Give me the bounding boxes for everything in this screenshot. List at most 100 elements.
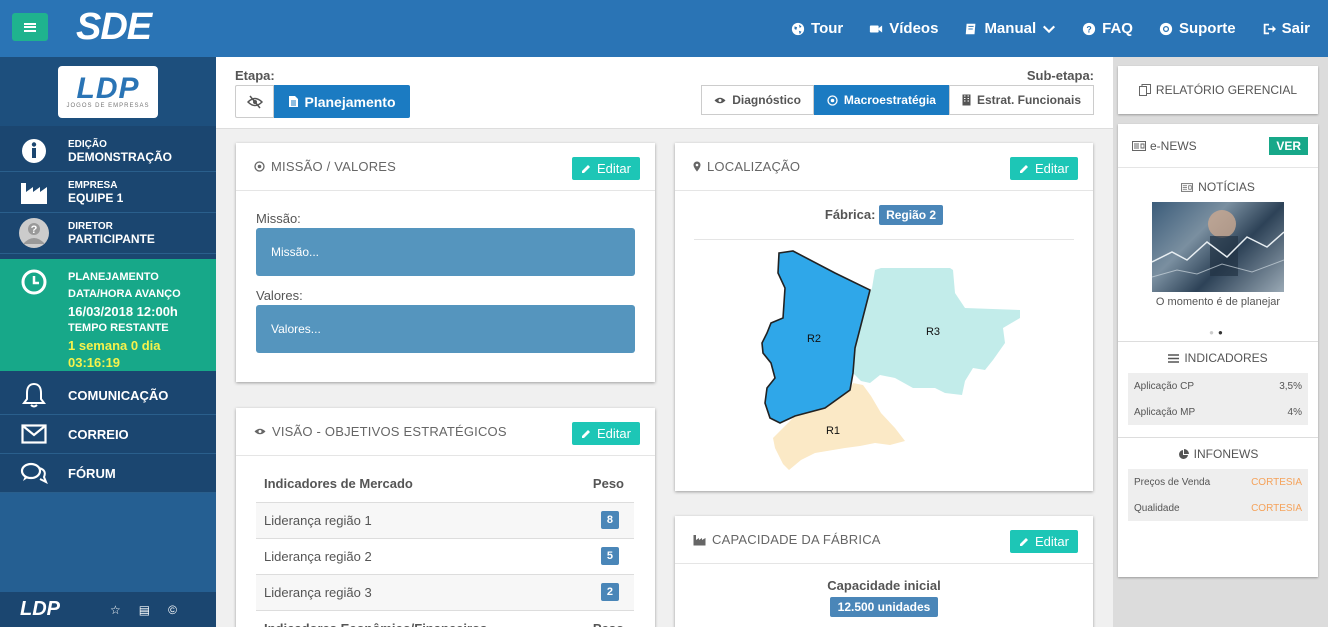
missao-valores-panel: MISSÃO / VALORES Editar Missão: Missão..…: [236, 143, 655, 382]
localizacao-panel-title: LOCALIZAÇÃO: [707, 159, 801, 174]
table-header-row: Indicadores de Mercado Peso: [256, 466, 634, 503]
etapa-toggle-visibility-button[interactable]: [235, 85, 274, 118]
svg-text:?: ?: [31, 224, 38, 236]
remaining-clock: 03:16:19: [68, 355, 121, 370]
ldp-logo: LDP JOGOS DE EMPRESAS: [58, 65, 158, 118]
valores-field[interactable]: Valores...: [256, 305, 635, 353]
enews-ver-button[interactable]: VER: [1269, 137, 1308, 155]
nav-suporte[interactable]: Suporte: [1159, 20, 1236, 37]
sidebar-diretor: ? DIRETOR PARTICIPANTE: [0, 213, 216, 254]
capacidade-label: Capacidade inicial: [827, 578, 941, 593]
table-header-row: Indicadores Econômico/Financeiros Peso: [256, 610, 634, 627]
copyright-icon[interactable]: ©: [168, 603, 177, 617]
avatar-icon: ?: [19, 218, 49, 248]
lifebuoy-icon: [1159, 22, 1173, 35]
stage-bar: Etapa: Sub-etapa: Planejamento Diagnósti…: [216, 57, 1113, 129]
infonews-row[interactable]: Preços de Venda CORTESIA: [1128, 469, 1308, 495]
pencil-icon: [582, 165, 591, 173]
book-icon: [966, 23, 976, 34]
sidebar-link-correio[interactable]: CORREIO: [0, 415, 216, 454]
table-row: Liderança região 3 2: [256, 574, 634, 611]
brand-logo[interactable]: SDE: [76, 6, 152, 49]
localizacao-panel: LOCALIZAÇÃO Editar Fábrica: Região 2 R2 …: [675, 143, 1093, 491]
capacidade-panel: CAPACIDADE DA FÁBRICA Editar Capacidade …: [675, 516, 1093, 627]
sign-out-icon: [1263, 23, 1276, 34]
eye-slash-icon: [246, 95, 263, 108]
subetapa-macroestrategia-button[interactable]: Macroestratégia: [813, 85, 949, 115]
nav-videos[interactable]: Vídeos: [869, 20, 938, 37]
sidebar-link-comunicacao[interactable]: COMUNICAÇÃO: [0, 371, 216, 415]
enews-title: e-NEWS: [1150, 138, 1197, 153]
globe-icon: [791, 22, 805, 35]
localizacao-edit-button[interactable]: Editar: [1010, 157, 1078, 180]
factory-icon: [21, 183, 47, 204]
indicador-row: Aplicação MP 4%: [1134, 406, 1302, 418]
map-label-r2: R2: [807, 333, 821, 345]
nav-faq[interactable]: ? FAQ: [1082, 20, 1133, 37]
subetapa-estrat-funcionais-button[interactable]: Estrat. Funcionais: [948, 85, 1094, 115]
visao-panel: VISÃO - OBJETIVOS ESTRATÉGICOS Editar In…: [236, 408, 655, 627]
infonews-row[interactable]: Qualidade CORTESIA: [1128, 495, 1308, 521]
svg-text:?: ?: [1086, 24, 1091, 34]
etapa-planejamento-button[interactable]: Planejamento: [274, 85, 410, 118]
list-icon: [1168, 353, 1180, 363]
visao-panel-title: VISÃO - OBJETIVOS ESTRATÉGICOS: [272, 424, 507, 439]
document-icon[interactable]: ▤: [139, 603, 150, 617]
visao-edit-button[interactable]: Editar: [572, 422, 640, 445]
top-bar: SDE Tour Vídeos Manual ? FAQ Suporte Sai…: [0, 0, 1328, 57]
subetapa-label: Sub-etapa:: [1026, 68, 1094, 83]
target-icon: [827, 94, 838, 106]
capacidade-edit-button[interactable]: Editar: [1010, 530, 1078, 553]
peso-badge: 2: [600, 583, 619, 601]
map-label-r3: R3: [926, 326, 940, 338]
ldp-logo-text: LDP: [76, 71, 140, 105]
peso-badge: 5: [600, 547, 619, 565]
infonews-title: INFONEWS: [1193, 447, 1259, 461]
menu-toggle-button[interactable]: [12, 13, 48, 41]
sidebar-footer: LDP ☆ ▤ ©: [0, 592, 216, 627]
table-row: Liderança região 2 5: [256, 538, 634, 575]
phase-status-panel: PLANEJAMENTO DATA/HORA AVANÇO 16/03/2018…: [0, 254, 216, 371]
eye-icon: [714, 97, 726, 103]
etapa-label: Etapa:: [235, 68, 275, 83]
footer-logo: LDP: [20, 598, 60, 620]
sidebar: LDP JOGOS DE EMPRESAS EDIÇÃO DEMONSTRAÇÃO…: [0, 57, 216, 627]
sidebar-empresa: EMPRESA EQUIPE 1: [0, 172, 216, 213]
indicadores-list: Aplicação CP 3,5% Aplicação MP 4%: [1128, 373, 1308, 425]
clock-icon: [21, 269, 47, 295]
target-icon: [254, 161, 265, 172]
comments-icon: [20, 462, 48, 484]
ldp-logo-subtitle: JOGOS DE EMPRESAS: [66, 102, 150, 109]
missao-field[interactable]: Missão...: [256, 228, 635, 276]
nav-tour[interactable]: Tour: [791, 20, 843, 37]
nav-sair[interactable]: Sair: [1262, 20, 1310, 37]
newspaper-icon: [1181, 182, 1194, 192]
pie-chart-icon: [1178, 448, 1189, 459]
sidebar-logo-area: LDP JOGOS DE EMPRESAS: [0, 57, 216, 131]
fabrica-row: Fábrica: Região 2: [675, 205, 1093, 225]
pencil-icon: [1020, 165, 1029, 173]
infonews-list: Preços de Venda CORTESIA Qualidade CORTESI…: [1128, 469, 1308, 521]
news-column-box: e-NEWS VER NOTÍCIAS O momento é de plane…: [1118, 124, 1318, 577]
sidebar-link-forum[interactable]: FÓRUM: [0, 454, 216, 493]
star-icon[interactable]: ☆: [110, 603, 121, 617]
right-column: RELATÓRIO GERENCIAL e-NEWS VER NOTÍCIAS …: [1113, 57, 1328, 627]
carousel-dots[interactable]: ●●: [1118, 328, 1318, 337]
phase-name: PLANEJAMENTO: [68, 271, 159, 283]
news-image[interactable]: [1152, 202, 1284, 292]
fabrica-region-badge: Região 2: [879, 205, 944, 225]
noticias-title: NOTÍCIAS: [1198, 180, 1255, 194]
pencil-icon: [582, 430, 591, 438]
relatorio-gerencial-button[interactable]: RELATÓRIO GERENCIAL: [1118, 66, 1318, 114]
subetapa-diagnostico-button[interactable]: Diagnóstico: [701, 85, 814, 115]
nav-manual[interactable]: Manual: [964, 20, 1056, 37]
chevron-down-icon: [1043, 25, 1056, 33]
subetapa-group: Diagnóstico Macroestratégia Estrat. Func…: [701, 85, 1094, 115]
eye-icon: [254, 428, 266, 435]
news-caption[interactable]: O momento é de planejar: [1118, 296, 1318, 308]
top-nav: Tour Vídeos Manual ? FAQ Suporte Sair: [791, 0, 1310, 57]
missao-edit-button[interactable]: Editar: [572, 157, 640, 180]
region-map: R2 R3 R1: [761, 250, 1020, 470]
building-icon: [962, 94, 971, 106]
missao-label: Missão:: [256, 211, 301, 226]
